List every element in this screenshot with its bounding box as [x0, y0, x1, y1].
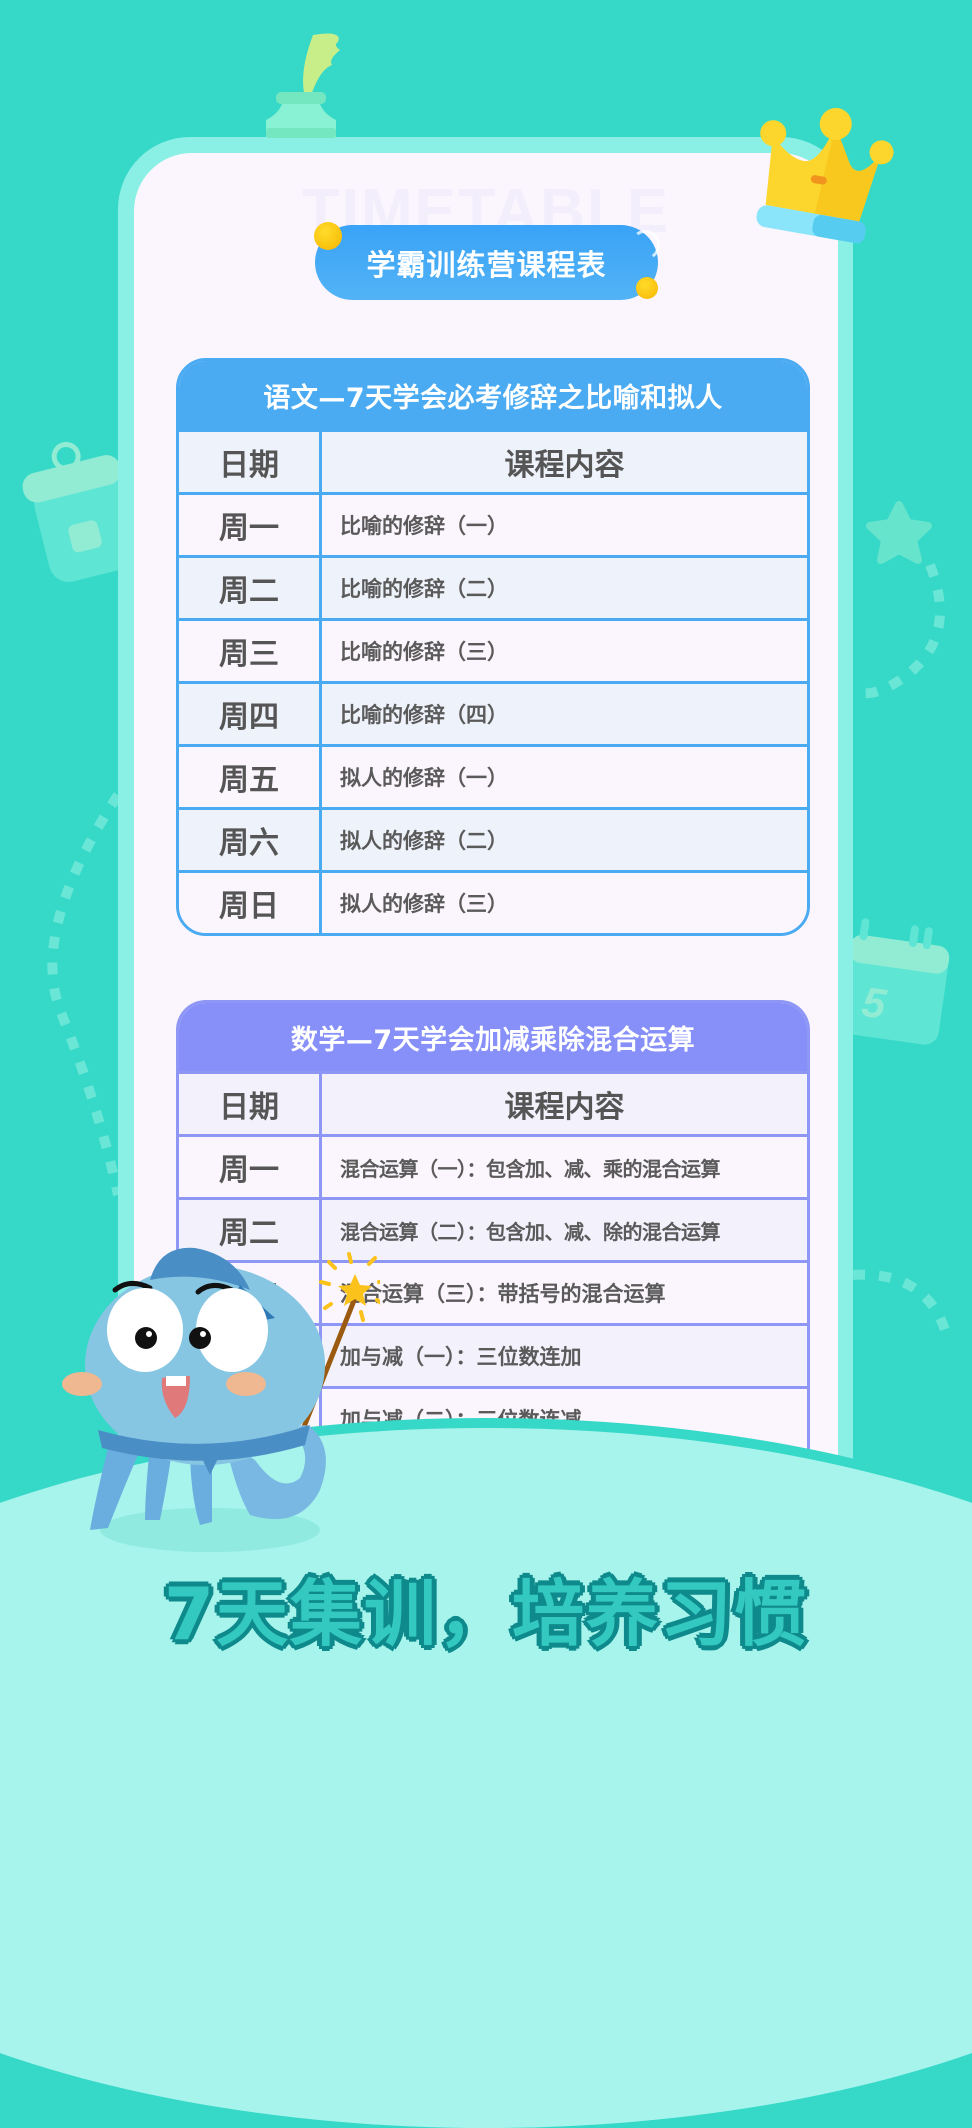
day-cell: 周一 — [179, 1134, 322, 1199]
table-row: 周五 拟人的修辞（一） — [179, 744, 807, 809]
content-cell: 比喻的修辞（一） — [320, 492, 807, 557]
content-cell: 加与减（一）：三位数连加 — [320, 1323, 807, 1388]
content-cell: 拟人的修辞（二） — [320, 807, 807, 872]
day-cell: 周四 — [179, 681, 322, 746]
table-row: 周三 比喻的修辞（三） — [179, 618, 807, 683]
star-icon — [866, 501, 932, 564]
decor-dot-left — [314, 222, 342, 250]
column-header-content: 课程内容 — [320, 429, 807, 494]
page-title-text: 学霸训练营课程表 — [366, 247, 607, 282]
day-cell: 周一 — [179, 492, 322, 557]
table-header-row: 日期 课程内容 — [179, 429, 807, 494]
day-cell: 周五 — [179, 744, 322, 809]
content-cell: 比喻的修辞（三） — [320, 618, 807, 683]
table-header-row: 日期 课程内容 — [179, 1071, 807, 1136]
content-cell: 拟人的修辞（三） — [320, 870, 807, 933]
table-row: 周日 拟人的修辞（三） — [179, 870, 807, 933]
table-row: 周六 拟人的修辞（二） — [179, 807, 807, 872]
slogan: 7天集训，培养习惯 — [162, 1571, 809, 1658]
dashed-arc-right-top — [850, 563, 945, 699]
crown-icon — [756, 107, 894, 244]
math-table-title: 数学—7天学会加减乘除混合运算 — [179, 1003, 807, 1071]
content-cell: 混合运算（二）：包含加、减、除的混合运算 — [320, 1197, 807, 1262]
table-row: 周二 比喻的修辞（二） — [179, 555, 807, 620]
day-cell: 周三 — [179, 618, 322, 683]
table-row: 周一 比喻的修辞（一） — [179, 492, 807, 557]
page-title: 学霸训练营课程表 — [315, 225, 658, 300]
table-row: 周四 比喻的修辞（四） — [179, 681, 807, 746]
chinese-timetable: 语文—7天学会必考修辞之比喻和拟人 日期 课程内容 周一 比喻的修辞（一） 周二… — [176, 358, 810, 936]
content-cell: 拟人的修辞（一） — [320, 744, 807, 809]
content-cell: 比喻的修辞（四） — [320, 681, 807, 746]
dashed-arc-left — [47, 792, 123, 1197]
content-cell: 混合运算（三）：带括号的混合运算 — [320, 1260, 807, 1325]
chinese-table: 日期 课程内容 周一 比喻的修辞（一） 周二 比喻的修辞（二） 周三 比喻的修辞… — [179, 429, 807, 933]
column-header-date: 日期 — [179, 429, 322, 494]
calendar-icon: 5 — [839, 918, 950, 1045]
dashed-arc-right-bottom — [852, 1269, 953, 1342]
column-header-date: 日期 — [179, 1071, 322, 1136]
content-cell: 比喻的修辞（二） — [320, 555, 807, 620]
day-cell: 周二 — [179, 555, 322, 620]
content-cell: 混合运算（一）：包含加、减、乘的混合运算 — [320, 1134, 807, 1199]
chinese-table-title: 语文—7天学会必考修辞之比喻和拟人 — [179, 361, 807, 429]
table-row: 周一 混合运算（一）：包含加、减、乘的混合运算 — [179, 1134, 807, 1199]
inkwell-quill-icon — [266, 33, 340, 138]
column-header-content: 课程内容 — [320, 1071, 807, 1136]
day-cell: 周日 — [179, 870, 322, 933]
day-cell: 周六 — [179, 807, 322, 872]
octopus-mascot — [62, 1247, 380, 1552]
decor-dot-right — [636, 277, 658, 299]
